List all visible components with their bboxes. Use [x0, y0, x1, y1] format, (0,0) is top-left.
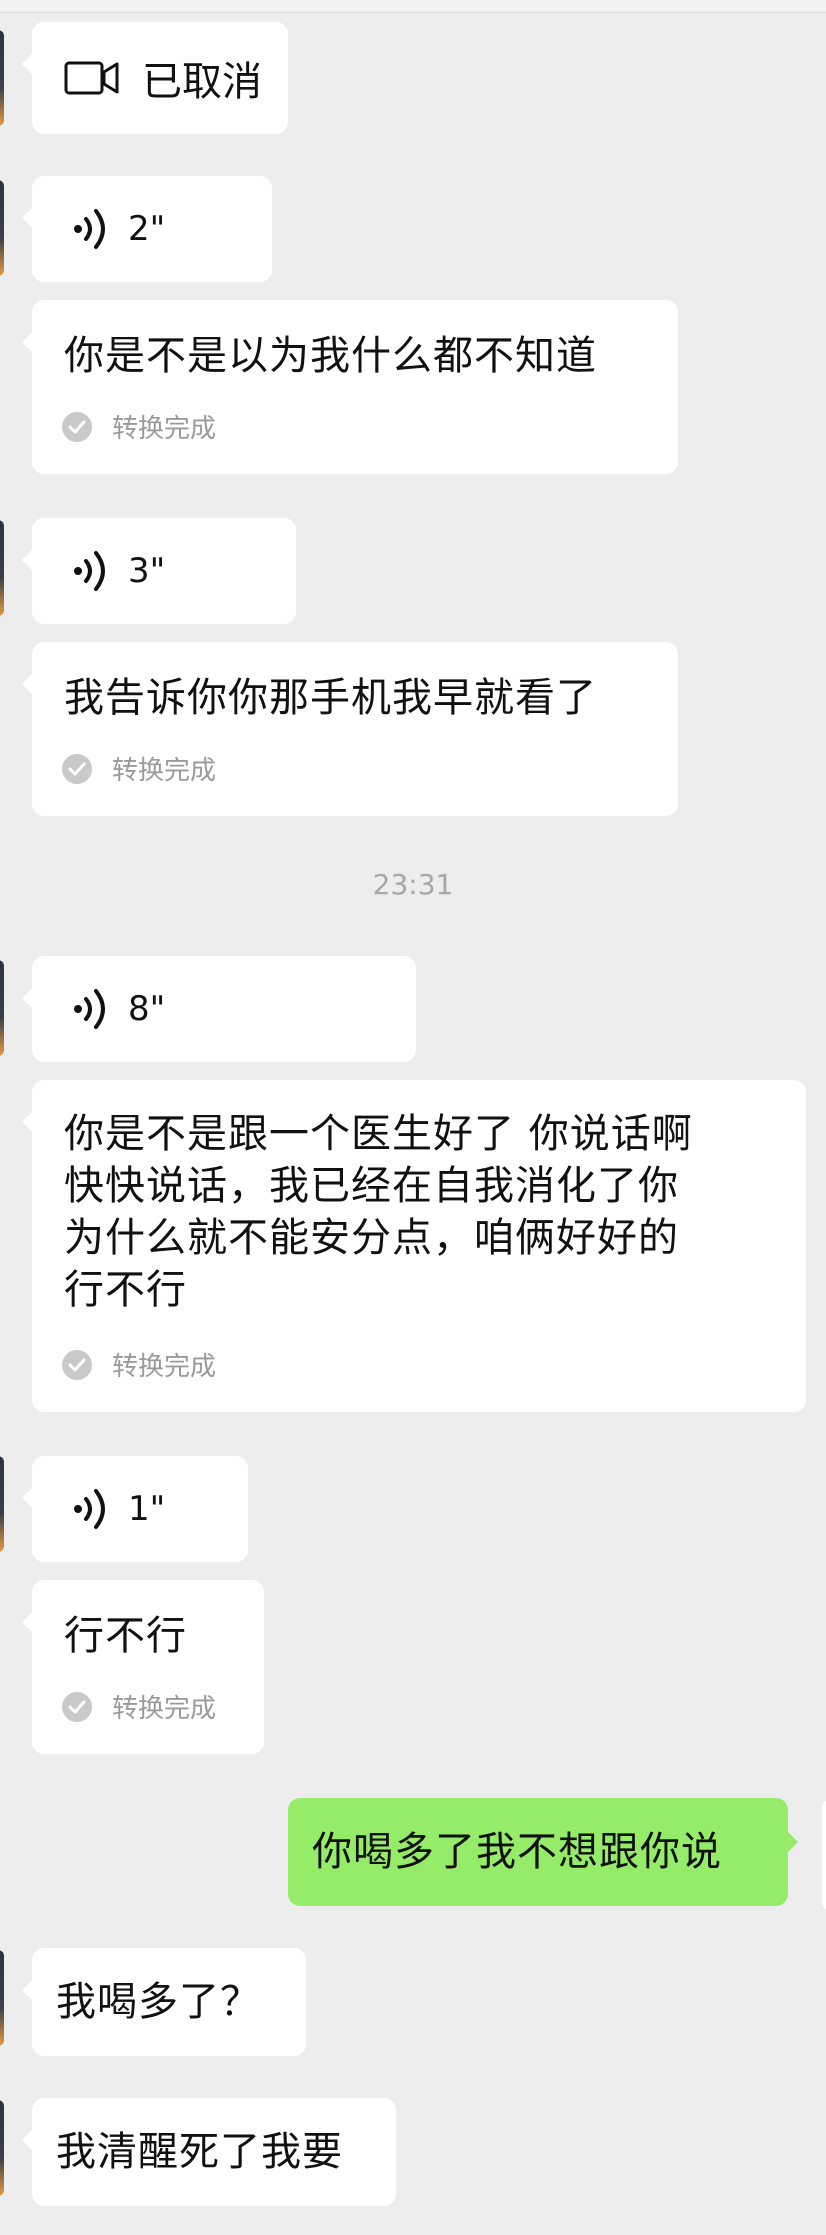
voice-duration: 2" — [128, 209, 166, 249]
voice-wave-icon — [72, 549, 112, 593]
transcription-status: 转换完成 — [62, 1346, 216, 1383]
check-circle-icon — [62, 1691, 92, 1722]
text-message-bubble[interactable]: 我清醒死了我要 — [22, 2098, 396, 2206]
transcription-status-label: 转换完成 — [112, 1694, 217, 1724]
voice-message-bubble[interactable]: 1" — [22, 1456, 248, 1562]
check-circle-icon — [62, 1349, 92, 1380]
transcript-line: 快快说话，我已经在自我消化了你 — [64, 1163, 679, 1209]
transcription-status-label: 转换完成 — [112, 414, 217, 444]
transcript-bubble[interactable]: 行不行 转换完成 — [22, 1580, 264, 1754]
contact-avatar[interactable] — [0, 30, 4, 126]
transcript-line: 行不行 — [64, 1267, 187, 1313]
transcript-text: 你是不是跟一个医生好了 你说话啊 快快说话，我已经在自我消化了你 为什么就不能安… — [64, 1108, 693, 1316]
sent-message-text: 你喝多了我不想跟你说 — [312, 1829, 722, 1875]
voice-wave-icon — [72, 207, 112, 251]
transcription-status: 转换完成 — [62, 1688, 216, 1725]
contact-avatar[interactable] — [0, 520, 4, 616]
transcript-text: 我告诉你你那手机我早就看了 — [64, 675, 597, 721]
transcription-status-label: 转换完成 — [112, 1352, 217, 1382]
transcript-bubble[interactable]: 你是不是跟一个医生好了 你说话啊 快快说话，我已经在自我消化了你 为什么就不能安… — [22, 1080, 806, 1412]
voice-message-bubble[interactable]: 8" — [22, 956, 416, 1062]
voice-duration: 1" — [128, 1489, 166, 1529]
contact-avatar[interactable] — [0, 960, 4, 1056]
transcript-text: 行不行 — [64, 1613, 187, 1659]
check-circle-icon — [62, 411, 92, 442]
contact-avatar[interactable] — [0, 180, 4, 276]
chat-timestamp: 23:31 — [372, 868, 454, 901]
voice-message-bubble[interactable]: 3" — [22, 518, 296, 624]
contact-avatar[interactable] — [0, 2100, 4, 2196]
text-message-bubble[interactable]: 我喝多了？ — [22, 1948, 306, 2056]
top-divider — [0, 0, 826, 13]
transcript-text: 你是不是以为我什么都不知道 — [64, 333, 597, 379]
transcript-bubble[interactable]: 你是不是以为我什么都不知道 转换完成 — [22, 300, 678, 474]
video-call-bubble[interactable]: 已取消 — [22, 22, 288, 134]
voice-wave-icon — [72, 1487, 112, 1531]
sent-message-bubble[interactable]: 你喝多了我不想跟你说 — [288, 1798, 798, 1906]
voice-wave-icon — [72, 987, 112, 1031]
transcription-status: 转换完成 — [62, 408, 216, 445]
self-avatar[interactable] — [822, 1800, 826, 1910]
check-circle-icon — [62, 753, 92, 784]
transcript-line: 你是不是跟一个医生好了 你说话啊 — [64, 1111, 693, 1157]
transcript-bubble[interactable]: 我告诉你你那手机我早就看了 转换完成 — [22, 642, 678, 816]
transcript-line: 为什么就不能安分点，咱俩好好的 — [64, 1215, 679, 1261]
video-camera-icon — [64, 60, 120, 96]
transcription-status: 转换完成 — [62, 750, 216, 787]
contact-avatar[interactable] — [0, 1950, 4, 2046]
voice-duration: 8" — [128, 989, 166, 1029]
voice-duration: 3" — [128, 551, 166, 591]
message-text: 我喝多了？ — [56, 1979, 261, 2025]
message-text: 我清醒死了我要 — [56, 2129, 343, 2175]
call-status-text: 已取消 — [142, 59, 262, 105]
contact-avatar[interactable] — [0, 1456, 4, 1552]
voice-message-bubble[interactable]: 2" — [22, 176, 272, 282]
transcription-status-label: 转换完成 — [112, 756, 217, 786]
